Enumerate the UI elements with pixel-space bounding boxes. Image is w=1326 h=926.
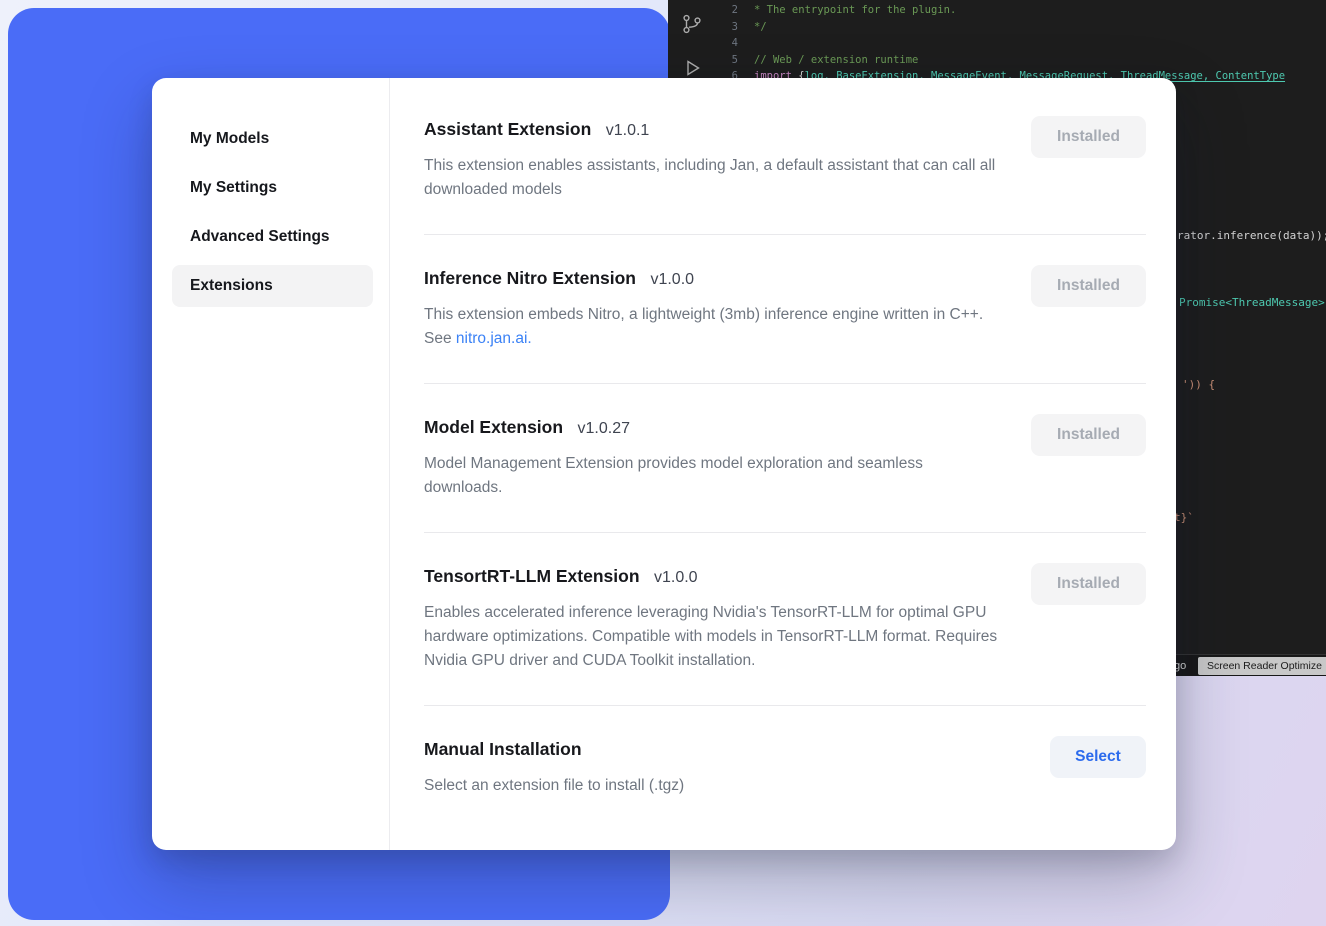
extension-version: v1.0.1 — [606, 122, 650, 139]
extension-description: Enables accelerated inference leveraging… — [424, 601, 1002, 673]
installed-button[interactable]: Installed — [1031, 116, 1146, 158]
settings-modal: My Models My Settings Advanced Settings … — [152, 78, 1176, 850]
manual-installation-row: Manual Installation Select an extension … — [424, 706, 1146, 830]
code-line: 5 // Web / extension runtime — [716, 52, 1285, 69]
extension-title: Assistant Extension v1.0.1 — [424, 116, 1002, 144]
extension-row: Inference Nitro Extension v1.0.0 This ex… — [424, 235, 1146, 384]
extension-row: Assistant Extension v1.0.1 This extensio… — [424, 86, 1146, 235]
sidebar-item-advanced-settings[interactable]: Advanced Settings — [172, 216, 373, 258]
source-control-icon[interactable] — [680, 12, 704, 40]
sidebar-item-extensions[interactable]: Extensions — [172, 265, 373, 307]
settings-sidebar: My Models My Settings Advanced Settings … — [152, 78, 390, 850]
extension-info: Inference Nitro Extension v1.0.0 This ex… — [424, 265, 1002, 351]
extension-info: Manual Installation Select an extension … — [424, 736, 684, 798]
line-number: 4 — [716, 35, 738, 52]
line-number: 3 — [716, 19, 738, 36]
extensions-list: Assistant Extension v1.0.1 This extensio… — [390, 78, 1176, 850]
extension-name: Manual Installation — [424, 739, 582, 759]
installed-button[interactable]: Installed — [1031, 563, 1146, 605]
extension-name: TensortRT-LLM Extension — [424, 566, 640, 586]
extension-title: TensortRT-LLM Extension v1.0.0 — [424, 563, 1002, 591]
nitro-link[interactable]: nitro.jan.ai. — [456, 330, 532, 347]
extension-title: Manual Installation — [424, 736, 684, 764]
code-fragment: ')) { — [1182, 378, 1215, 391]
extension-row: Model Extension v1.0.27 Model Management… — [424, 384, 1146, 533]
select-button[interactable]: Select — [1050, 736, 1146, 778]
extension-description: This extension embeds Nitro, a lightweig… — [424, 303, 1002, 351]
extension-row: TensortRT-LLM Extension v1.0.0 Enables a… — [424, 533, 1146, 706]
code-line: 4 — [716, 35, 1285, 52]
extension-name: Inference Nitro Extension — [424, 268, 636, 288]
code-fragment: Promise<ThreadMessage> — [1179, 296, 1325, 309]
extension-info: TensortRT-LLM Extension v1.0.0 Enables a… — [424, 563, 1002, 673]
sidebar-item-my-models[interactable]: My Models — [172, 118, 373, 160]
extension-description: Select an extension file to install (.tg… — [424, 774, 684, 798]
code-text: */ — [754, 19, 767, 36]
extension-info: Model Extension v1.0.27 Model Management… — [424, 414, 1002, 500]
extension-info: Assistant Extension v1.0.1 This extensio… — [424, 116, 1002, 202]
installed-button[interactable]: Installed — [1031, 414, 1146, 456]
line-number: 5 — [716, 52, 738, 69]
extension-name: Model Extension — [424, 417, 563, 437]
sidebar-item-my-settings[interactable]: My Settings — [172, 167, 373, 209]
code-line: 2 * The entrypoint for the plugin. — [716, 2, 1285, 19]
code-text: * The entrypoint for the plugin. — [754, 2, 956, 19]
extension-description: This extension enables assistants, inclu… — [424, 154, 1002, 202]
extension-version: v1.0.0 — [654, 569, 698, 586]
line-number: 2 — [716, 2, 738, 19]
extension-version: v1.0.27 — [578, 420, 630, 437]
code-line: 3 */ — [716, 19, 1285, 36]
installed-button[interactable]: Installed — [1031, 265, 1146, 307]
extension-description: Model Management Extension provides mode… — [424, 452, 1002, 500]
extension-title: Model Extension v1.0.27 — [424, 414, 1002, 442]
code-text: // Web / extension runtime — [754, 52, 918, 69]
extension-version: v1.0.0 — [650, 271, 694, 288]
code-fragment: rator.inference(data)); — [1177, 229, 1326, 242]
extension-title: Inference Nitro Extension v1.0.0 — [424, 265, 1002, 293]
extension-name: Assistant Extension — [424, 119, 591, 139]
screen-reader-badge[interactable]: Screen Reader Optimize — [1198, 657, 1326, 675]
code-lines: 2 * The entrypoint for the plugin. 3 */ … — [716, 2, 1285, 85]
code-fragment: t}` — [1174, 511, 1194, 524]
